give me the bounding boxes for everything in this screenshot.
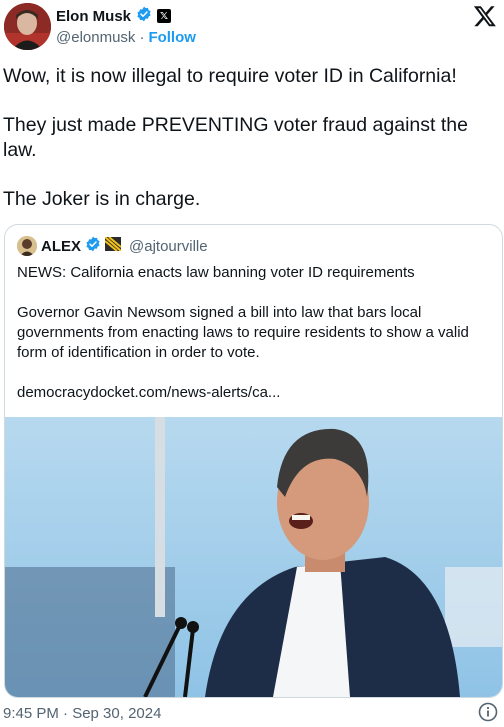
- info-icon[interactable]: [478, 702, 498, 722]
- author-name-row: Elon Musk 𝕏: [56, 6, 172, 27]
- quoted-author-handle[interactable]: @ajtourville: [129, 238, 208, 255]
- tweet-paragraph: They just made PREVENTING voter fraud ag…: [3, 114, 468, 161]
- tweet-paragraph: The Joker is in charge.: [3, 188, 201, 210]
- tweet-timestamp[interactable]: 9:45 PM · Sep 30, 2024: [3, 705, 161, 722]
- quoted-description: Governor Gavin Newsom signed a bill into…: [17, 304, 469, 361]
- verified-badge-icon: [136, 6, 152, 27]
- flag-icon: [104, 236, 122, 255]
- quoted-tweet-body: NEWS: California enacts law banning vote…: [17, 263, 495, 403]
- tweet-text: Wow, it is now illegal to require voter …: [3, 64, 495, 236]
- quoted-author-name[interactable]: ALEX: [41, 238, 81, 255]
- author-avatar[interactable]: [4, 3, 51, 50]
- quoted-headline: NEWS: California enacts law banning vote…: [17, 264, 415, 281]
- author-name[interactable]: Elon Musk: [56, 8, 131, 25]
- follow-button[interactable]: Follow: [148, 29, 196, 46]
- quoted-tweet-card[interactable]: ALEX @ajtourville NEWS: California enact…: [4, 224, 503, 698]
- quoted-link[interactable]: democracydocket.com/news-alerts/ca...: [17, 383, 495, 403]
- author-handle[interactable]: @elonmusk: [56, 29, 135, 46]
- quoted-tweet-header: ALEX @ajtourville: [17, 235, 208, 257]
- quoted-author-avatar[interactable]: [17, 236, 37, 256]
- x-affiliate-badge-icon: 𝕏: [157, 9, 172, 23]
- tweet-paragraph: Wow, it is now illegal to require voter …: [3, 65, 457, 87]
- verified-badge-icon: [85, 236, 101, 256]
- separator: ·: [139, 29, 145, 46]
- quoted-tweet-photo[interactable]: [5, 417, 502, 697]
- x-logo-icon[interactable]: [472, 4, 498, 28]
- author-handle-row: @elonmusk · Follow: [56, 29, 196, 46]
